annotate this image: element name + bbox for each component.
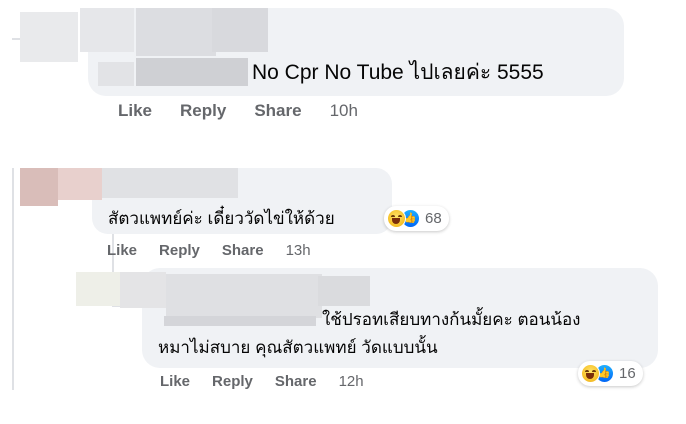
like-button[interactable]: Like <box>107 242 137 259</box>
blurred-name <box>120 272 166 308</box>
timestamp[interactable]: 12h <box>339 373 364 390</box>
blurred-name <box>164 316 316 326</box>
reply-button[interactable]: Reply <box>159 242 200 259</box>
timestamp[interactable]: 13h <box>286 242 311 259</box>
comment-text-line-1: ใช้ปรอทเสียบทางก้นมั้ยคะ ตอนน้อง <box>322 310 581 329</box>
blurred-name <box>136 58 248 86</box>
comment-actions: Like Reply Share 12h <box>160 373 364 390</box>
blurred-name <box>80 8 134 52</box>
comment-actions: Like Reply Share 13h <box>107 242 311 259</box>
blurred-name <box>136 8 216 56</box>
share-button[interactable]: Share <box>254 101 301 121</box>
reaction-count: 68 <box>425 210 442 227</box>
blurred-name <box>166 274 322 318</box>
comment-text-line-2: หมาไม่สบาย คุณสัตวแพทย์ วัดแบบนั้น <box>158 338 438 357</box>
blurred-name <box>58 168 102 200</box>
share-button[interactable]: Share <box>222 242 264 259</box>
reaction-summary[interactable]: 👍 68 <box>384 206 449 231</box>
reaction-count: 16 <box>619 365 636 382</box>
comment-actions: Like Reply Share 10h <box>118 101 358 121</box>
blurred-name <box>98 62 134 86</box>
comment-text: No Cpr No Tube ไปเลยค่ะ 5555 <box>252 61 544 84</box>
blurred-avatar <box>20 168 58 206</box>
reaction-summary[interactable]: 👍 16 <box>578 361 643 386</box>
comment-text: สัตวแพทย์ค่ะ เดี๋ยววัดไข่ให้ด้วย <box>108 209 335 228</box>
share-button[interactable]: Share <box>275 373 317 390</box>
blurred-name <box>318 276 370 306</box>
like-button[interactable]: Like <box>118 101 152 121</box>
thread-line <box>12 168 14 390</box>
blurred-name <box>102 168 238 198</box>
haha-icon <box>581 364 600 383</box>
like-button[interactable]: Like <box>160 373 190 390</box>
reply-button[interactable]: Reply <box>180 101 226 121</box>
reply-button[interactable]: Reply <box>212 373 253 390</box>
haha-icon <box>387 209 406 228</box>
timestamp[interactable]: 10h <box>330 101 358 121</box>
blurred-avatar <box>20 12 78 62</box>
blurred-name <box>212 8 268 52</box>
blurred-avatar <box>76 272 120 306</box>
